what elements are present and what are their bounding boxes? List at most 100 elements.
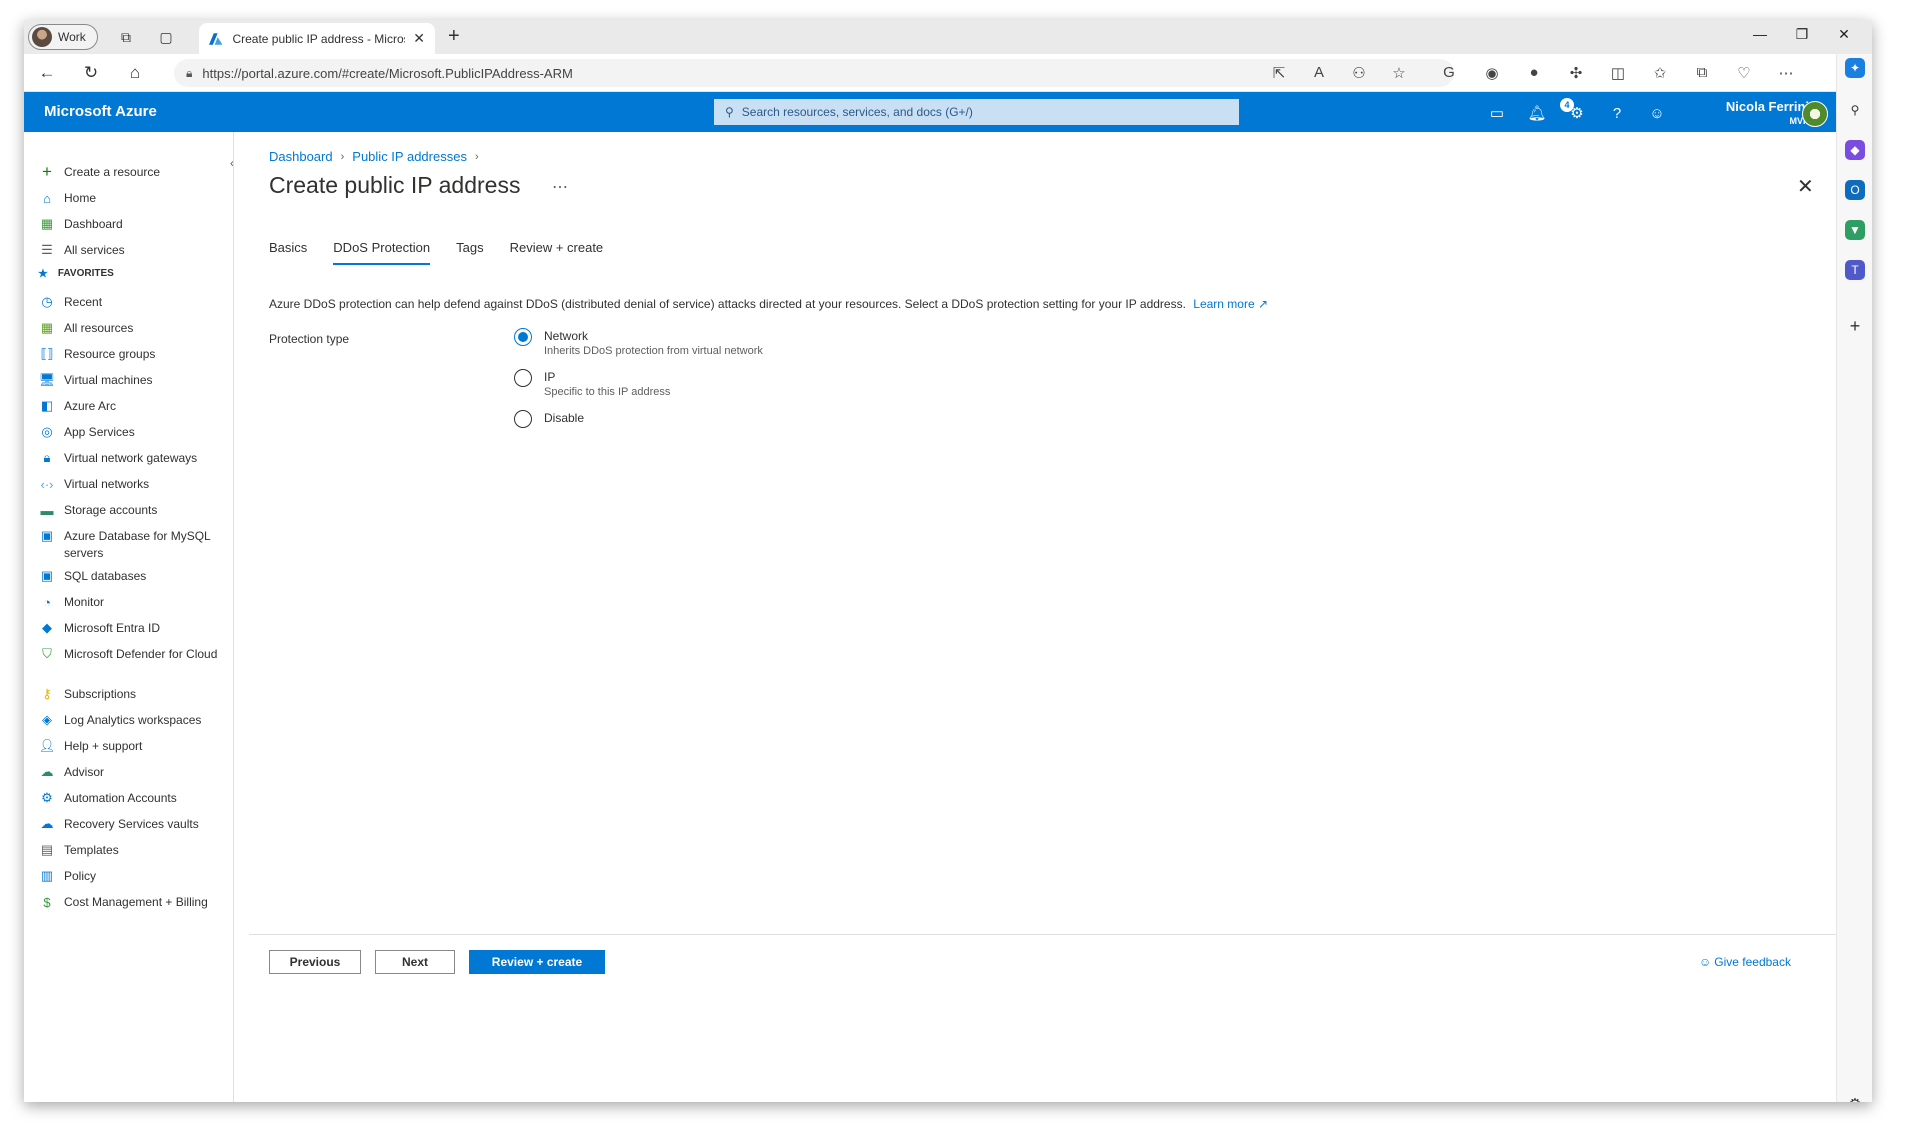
nav-subscriptions[interactable]: ⚷ Subscriptions (38, 686, 228, 703)
teams-icon[interactable]: T (1845, 260, 1865, 280)
more-icon[interactable]: ⋯ (552, 177, 568, 197)
favorites-icon[interactable]: ✩ (1650, 64, 1670, 82)
next-button[interactable]: Next (375, 950, 455, 974)
review-create-button[interactable]: Review + create (469, 950, 605, 974)
restore-icon[interactable]: ❐ (1792, 26, 1812, 43)
give-feedback-link[interactable]: ☺ Give feedback (1699, 955, 1791, 969)
browser-tab[interactable]: Create public IP address - Microsoft Azu… (199, 23, 435, 54)
favorites-header: ★ FAVORITES (38, 268, 114, 280)
option-ip[interactable]: IP Specific to this IP address (514, 369, 670, 400)
nav-entra-id[interactable]: ◆ Microsoft Entra ID (38, 620, 228, 637)
nav-cost-management[interactable]: $ Cost Management + Billing (38, 894, 228, 911)
share-icon[interactable]: ⚇ (1349, 64, 1369, 82)
profile-label: Work (58, 30, 86, 44)
previous-button[interactable]: Previous (269, 950, 361, 974)
nav-app-services[interactable]: ◎ App Services (38, 424, 228, 441)
outlook-icon[interactable]: O (1845, 180, 1865, 200)
nav-home[interactable]: ⌂ Home (38, 190, 228, 207)
sidebar-settings-icon[interactable]: ⚙ (1845, 1094, 1865, 1102)
help-icon[interactable]: ? (1606, 102, 1628, 124)
nav-resource-groups[interactable]: ⟦⟧ Resource groups (38, 346, 228, 363)
user-avatar[interactable] (1802, 101, 1828, 127)
sidebar-app-icon[interactable]: ◆ (1845, 140, 1865, 160)
more-options-icon[interactable]: ⋯ (1776, 64, 1796, 82)
tab-close-icon[interactable]: ✕ (413, 30, 425, 47)
nav-templates[interactable]: ▤ Templates (38, 842, 228, 859)
settings-icon[interactable]: ⚙ (1566, 102, 1588, 124)
extensions-icon[interactable]: ✣ (1566, 64, 1586, 82)
profile-button[interactable]: Work (28, 24, 98, 50)
tab-basics[interactable]: Basics (269, 240, 307, 265)
home-browser-icon[interactable]: ⌂ (124, 62, 146, 84)
option-disable[interactable]: Disable (514, 410, 584, 428)
nav-vnet-gateways[interactable]: 🔒︎ Virtual network gateways (38, 450, 228, 467)
workspaces-icon[interactable]: ⧉ (116, 27, 136, 47)
cloud-shell-icon[interactable]: ▭ (1486, 102, 1508, 124)
tab-review-create[interactable]: Review + create (510, 240, 604, 265)
extension-red-icon[interactable]: ◉ (1482, 64, 1502, 82)
user-name[interactable]: Nicola Ferrini (1709, 99, 1809, 114)
nav-storage-accounts[interactable]: ▬ Storage accounts (38, 502, 228, 519)
collections-icon[interactable]: ⧉ (1692, 64, 1712, 81)
feedback-header-icon[interactable]: ☺ (1646, 102, 1668, 124)
window-close-icon[interactable]: ✕ (1834, 26, 1854, 43)
favorite-star-icon[interactable]: ☆ (1389, 64, 1409, 82)
nav-advisor[interactable]: ☁ Advisor (38, 764, 228, 781)
breadcrumb-dashboard[interactable]: Dashboard (269, 149, 333, 164)
azure-header: Microsoft Azure ⚲ Search resources, serv… (24, 92, 1836, 132)
nav-log-analytics[interactable]: ◈ Log Analytics workspaces (38, 712, 228, 729)
refresh-icon[interactable]: ↻ (80, 62, 102, 84)
nav-recent[interactable]: ◷ Recent (38, 294, 228, 311)
read-aloud-icon[interactable]: A (1309, 64, 1329, 81)
close-icon[interactable]: ✕ (1797, 174, 1814, 199)
radio-network[interactable] (514, 328, 532, 346)
brand-name[interactable]: Microsoft Azure (44, 103, 157, 120)
nav-monitor[interactable]: ◔ Monitor (38, 594, 228, 611)
nav-azure-arc[interactable]: ◧ Azure Arc (38, 398, 228, 415)
split-screen-icon[interactable]: ◫ (1608, 64, 1628, 82)
nav-recovery-vaults[interactable]: ☁ Recovery Services vaults (38, 816, 228, 833)
nav-sql-databases[interactable]: ▣ SQL databases (38, 568, 228, 585)
nav-all-resources[interactable]: ▦ All resources (38, 320, 228, 337)
nav-automation[interactable]: ⚙ Automation Accounts (38, 790, 228, 807)
breadcrumb-public-ip[interactable]: Public IP addresses (352, 149, 467, 164)
tab-actions-icon[interactable]: ▢ (156, 27, 176, 47)
browser-essentials-icon[interactable]: ♡ (1734, 64, 1754, 82)
copilot-icon[interactable]: ✦ (1845, 58, 1865, 78)
nav-dashboard[interactable]: ▦ Dashboard (38, 216, 228, 233)
open-app-icon[interactable]: ⇱ (1269, 64, 1289, 82)
nav-create-resource[interactable]: + Create a resource (38, 162, 228, 181)
extension-dark-icon[interactable]: ● (1524, 64, 1544, 81)
nav-policy[interactable]: ▥ Policy (38, 868, 228, 885)
sidebar-add-icon[interactable]: + (1845, 316, 1865, 336)
feedback-icon: ☺ (1699, 955, 1712, 969)
nav-defender[interactable]: ⛉ Microsoft Defender for Cloud (38, 646, 228, 663)
option-network[interactable]: Network Inherits DDoS protection from vi… (514, 328, 763, 359)
radio-disable[interactable] (514, 410, 532, 428)
collapse-menu-icon[interactable]: « (230, 156, 233, 170)
nav-virtual-networks[interactable]: ‹·› Virtual networks (38, 476, 228, 493)
sidebar-search-icon[interactable]: ⚲ (1845, 100, 1865, 120)
nav-virtual-machines[interactable]: 🖥︎ Virtual machines (38, 372, 228, 389)
gear-icon: ⚙ (41, 790, 53, 805)
arc-icon: ◧ (40, 398, 54, 413)
radio-ip[interactable] (514, 369, 532, 387)
sidebar-tool-icon[interactable]: ▼ (1845, 220, 1865, 240)
nav-mysql[interactable]: ▣ Azure Database for MySQL servers (38, 528, 228, 562)
minimize-icon[interactable]: — (1750, 26, 1770, 42)
tab-ddos-protection[interactable]: DDoS Protection (333, 240, 431, 265)
edge-sidebar: ✦ ⚲ ◆ O ▼ T + ⚙ (1836, 54, 1872, 1102)
nav-all-services[interactable]: ☰ All services (38, 242, 228, 259)
learn-more-link[interactable]: Learn more ↗ (1193, 297, 1268, 311)
tab-tags[interactable]: Tags (456, 240, 483, 265)
support-icon: 👤︎ (38, 738, 56, 753)
nav-help-support[interactable]: 👤︎ Help + support (38, 738, 228, 755)
back-icon[interactable]: ← (36, 62, 58, 84)
url-input[interactable]: 🔒︎ https://portal.azure.com/#create/Micr… (174, 59, 1454, 87)
cloud-icon: ☁ (40, 816, 54, 831)
new-tab-icon[interactable]: + (448, 25, 460, 48)
notifications-icon[interactable]: 🔔︎ (1526, 102, 1548, 124)
template-icon: ▤ (40, 842, 54, 857)
google-ext-icon[interactable]: G (1439, 64, 1459, 81)
portal-search-input[interactable]: ⚲ Search resources, services, and docs (… (714, 99, 1239, 125)
